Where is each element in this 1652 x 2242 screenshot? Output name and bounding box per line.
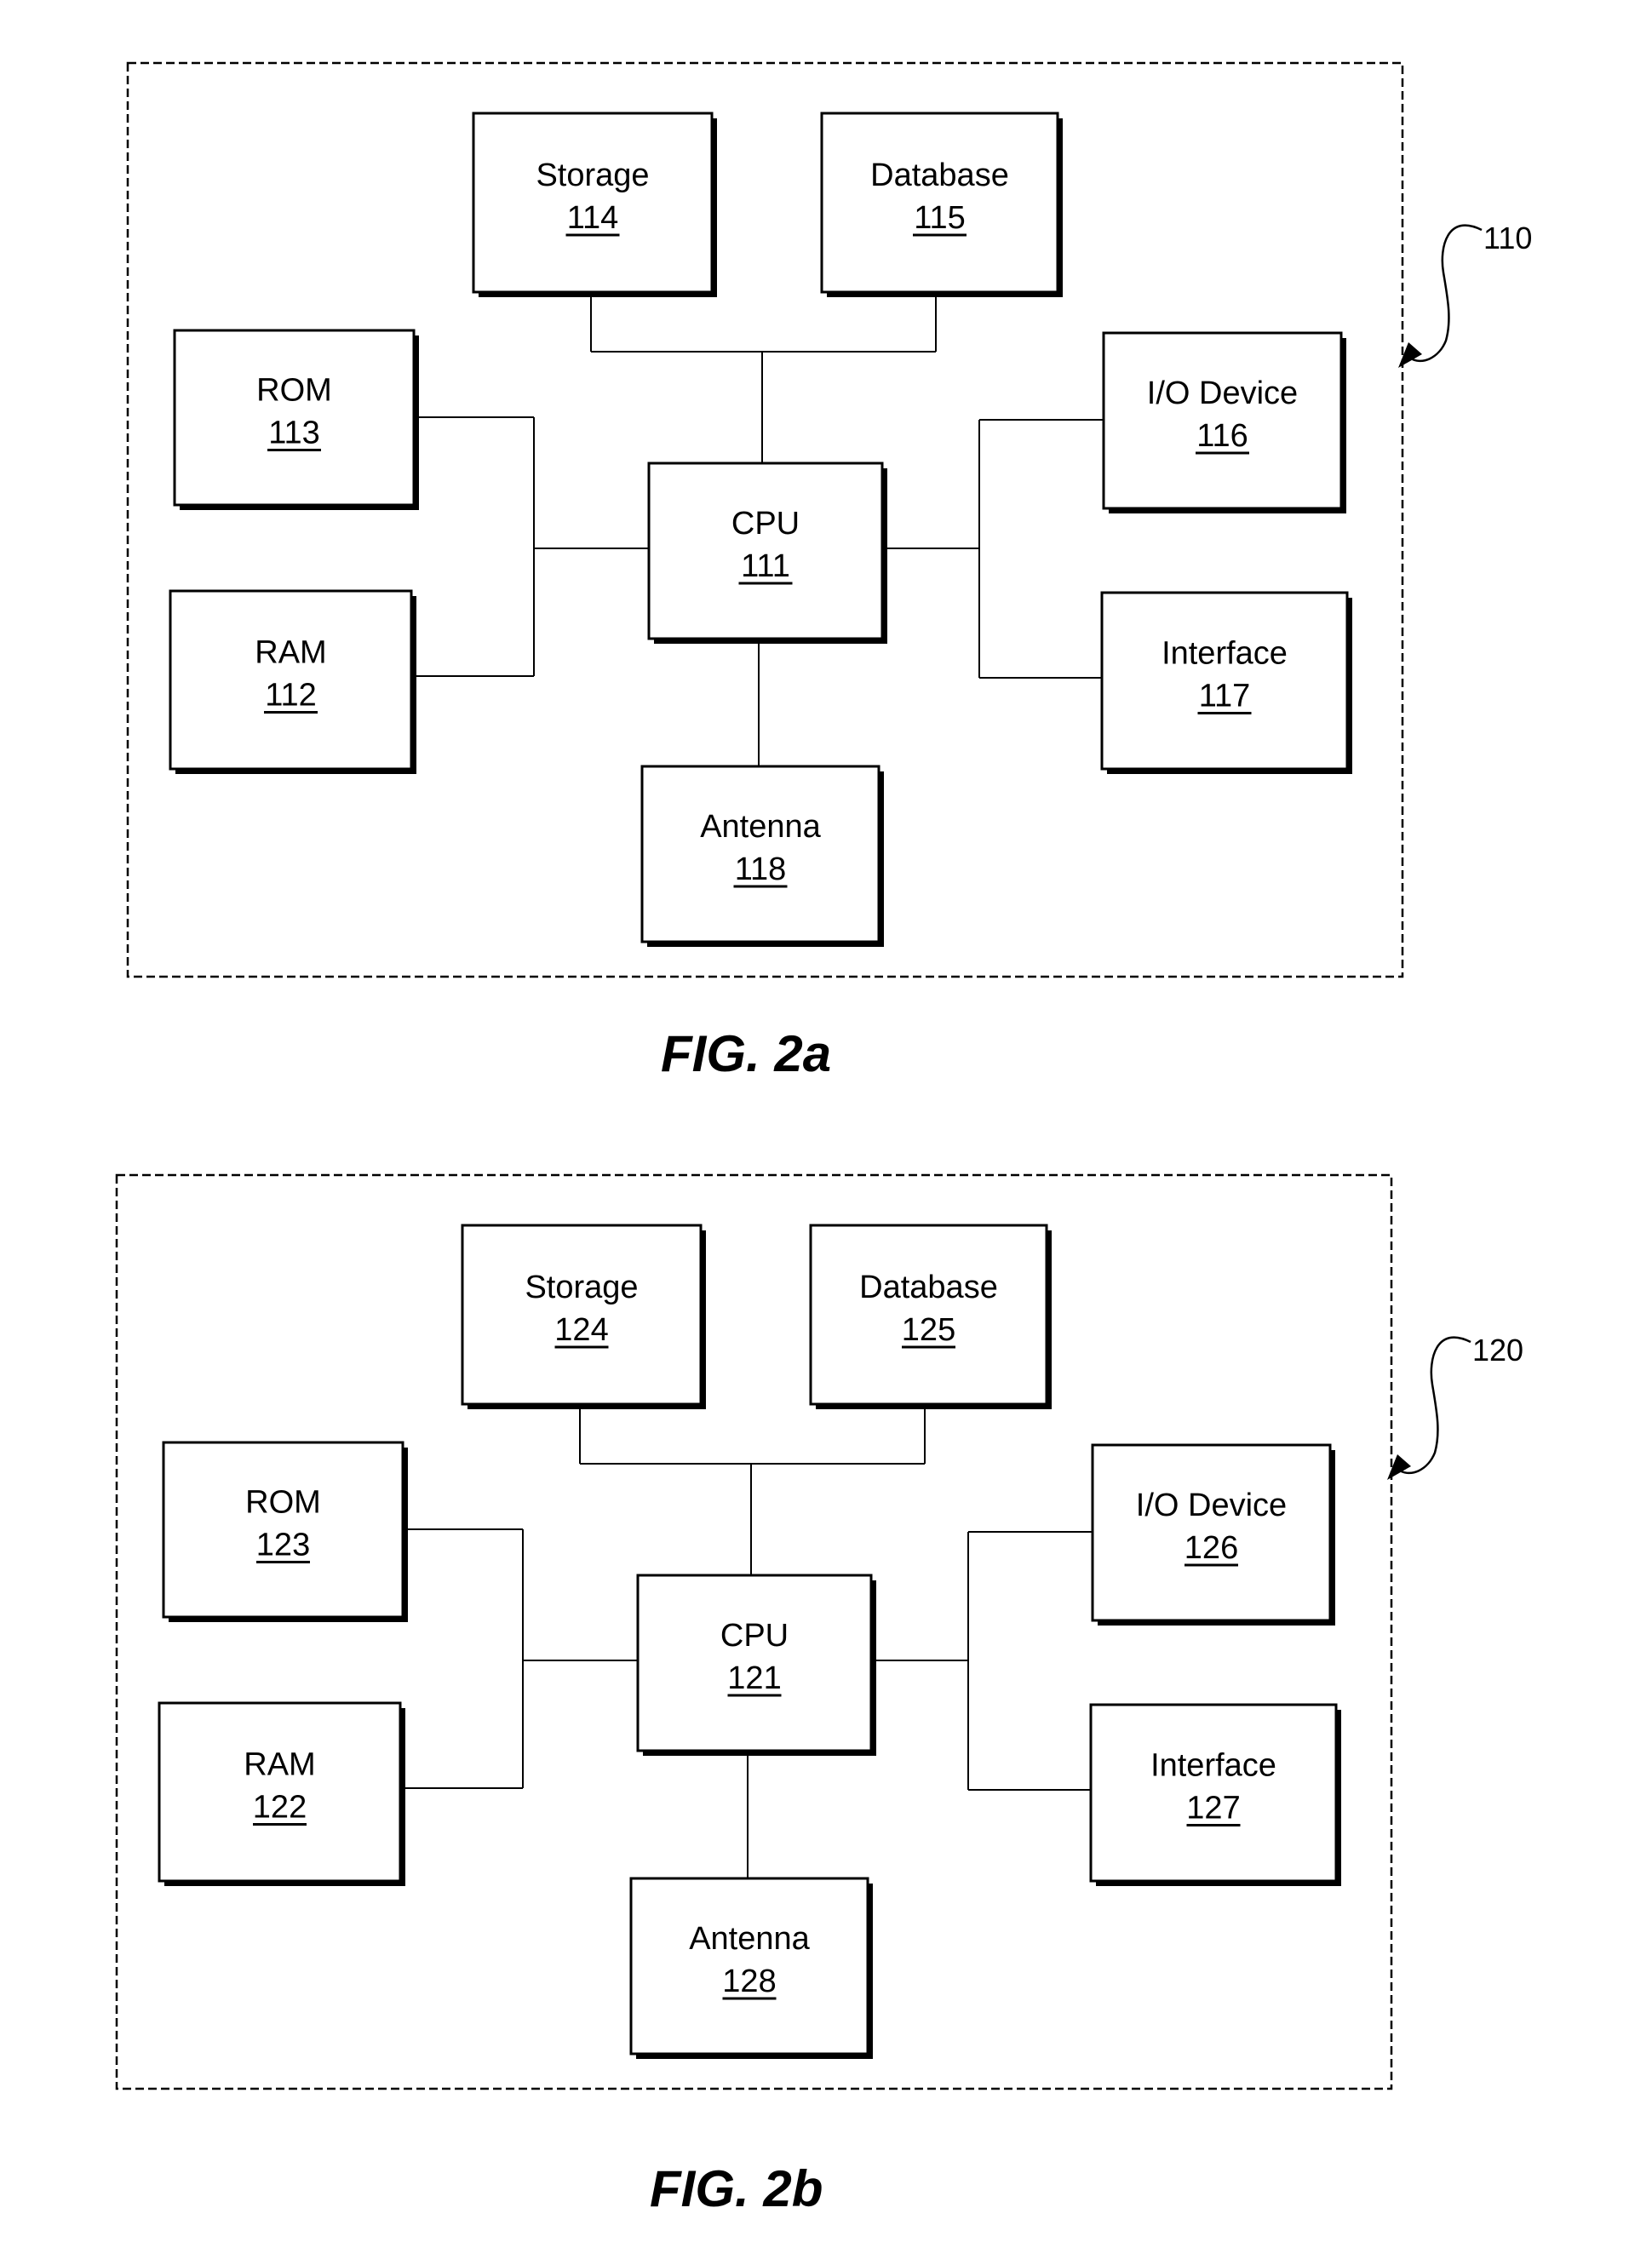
patent-drawing-sheet: Storage 114 Database 115 ROM 113 RAM 112 CPU 111 I… (115, 61, 1532, 2217)
block-storage: Storage 114 (472, 112, 717, 297)
block-ref-number: 124 (554, 1312, 608, 1348)
block-ref-number: 111 (741, 548, 790, 584)
figure-caption: FIG. 2a (661, 1025, 831, 1082)
figure-reference-number: 110 (1483, 221, 1532, 255)
block-name: Antenna (689, 1921, 810, 1957)
figure-caption: FIG. 2b (650, 2160, 823, 2217)
block-name: Storage (536, 158, 649, 193)
block-antenna: Antenna 128 (629, 1877, 873, 2059)
block-name: Interface (1150, 1748, 1276, 1784)
block-ram: RAM 122 (158, 1701, 405, 1886)
block-ref-number: 122 (253, 1790, 307, 1826)
block-name: I/O Device (1136, 1488, 1287, 1523)
leader-arrow-icon (1408, 224, 1483, 363)
block-name: Interface (1162, 636, 1288, 672)
block-name: CPU (731, 506, 800, 542)
block-cpu: CPU 111 (647, 462, 887, 644)
block-name: RAM (244, 1747, 315, 1783)
block-io: I/O Device 126 (1091, 1443, 1335, 1626)
block-name: Database (859, 1270, 998, 1305)
block-ref-number: 126 (1185, 1530, 1238, 1566)
block-ref-number: 125 (902, 1312, 955, 1348)
block-name: I/O Device (1147, 376, 1298, 411)
block-ref-number: 117 (1199, 679, 1251, 714)
block-ref-number: 116 (1196, 418, 1248, 454)
block-database: Database 125 (809, 1224, 1052, 1409)
block-name: Storage (525, 1270, 638, 1305)
figure-fig2a: Storage 114 Database 115 ROM 113 RAM 112 CPU 111 I… (126, 61, 1532, 1082)
block-ram: RAM 112 (169, 589, 416, 774)
block-cpu: CPU 121 (636, 1574, 876, 1756)
figure-fig2b: Storage 124 Database 125 ROM 123 RAM 122 CPU 121 I… (115, 1173, 1523, 2217)
block-ref-number: 115 (914, 200, 966, 236)
block-name: Antenna (700, 809, 821, 845)
block-storage: Storage 124 (461, 1224, 706, 1409)
block-antenna: Antenna 118 (640, 765, 884, 947)
block-ref-number: 112 (265, 678, 317, 714)
block-ref-number: 113 (268, 416, 320, 451)
block-ref-number: 128 (722, 1964, 776, 1999)
leader-arrow-icon (1397, 1336, 1471, 1475)
block-name: RAM (255, 635, 326, 671)
block-name: ROM (245, 1485, 321, 1521)
block-interface: Interface 127 (1089, 1703, 1341, 1886)
block-name: ROM (256, 373, 332, 409)
block-ref-number: 127 (1186, 1791, 1240, 1826)
block-database: Database 115 (820, 112, 1063, 297)
figure-reference-number: 120 (1472, 1333, 1523, 1368)
block-io: I/O Device 116 (1102, 331, 1346, 513)
block-rom: ROM 123 (162, 1441, 408, 1622)
block-name: CPU (720, 1618, 789, 1654)
block-rom: ROM 113 (173, 329, 419, 510)
block-name: Database (870, 158, 1009, 193)
block-ref-number: 114 (567, 200, 619, 236)
block-ref-number: 121 (727, 1660, 781, 1696)
block-ref-number: 123 (256, 1528, 310, 1563)
block-interface: Interface 117 (1100, 591, 1352, 774)
block-ref-number: 118 (735, 852, 787, 887)
